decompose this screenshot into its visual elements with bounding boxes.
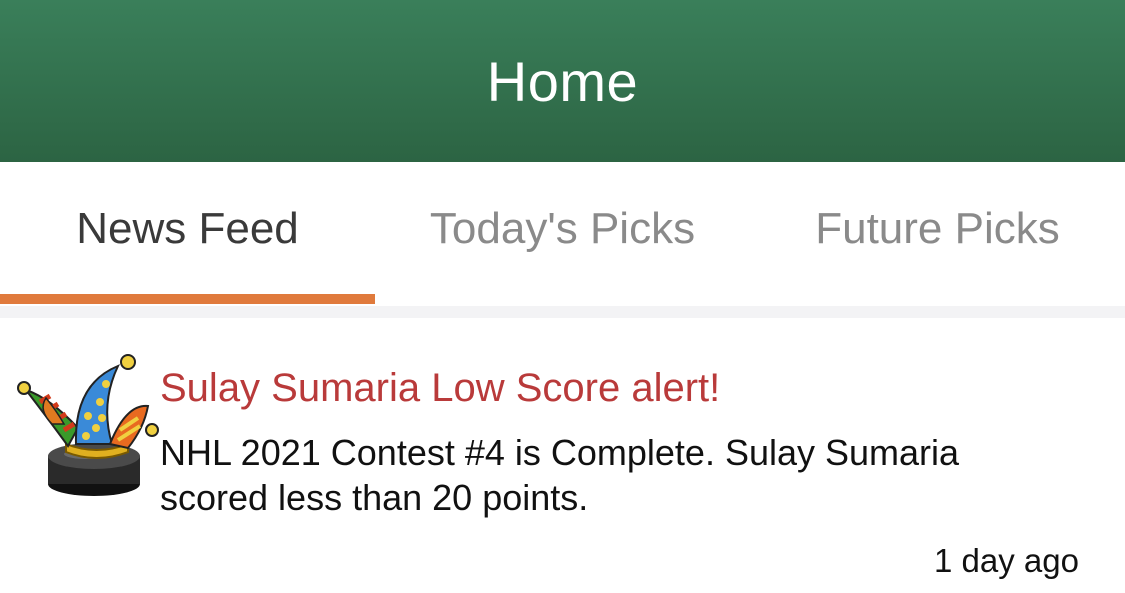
news-feed-item[interactable]: Sulay Sumaria Low Score alert! NHL 2021 …: [0, 318, 1125, 593]
alert-title: Sulay Sumaria Low Score alert!: [160, 366, 721, 410]
tab-future-picks[interactable]: Future Picks: [750, 162, 1125, 296]
tab-todays-picks[interactable]: Today's Picks: [375, 162, 750, 296]
tab-news-feed[interactable]: News Feed: [0, 162, 375, 296]
section-divider: [0, 306, 1125, 318]
page-title: Home: [486, 49, 639, 113]
app-header: Home: [0, 0, 1125, 162]
timestamp: 1 day ago: [934, 542, 1079, 579]
tab-bar: News Feed Today's Picks Future Picks: [0, 162, 1125, 307]
active-tab-indicator: [0, 294, 375, 304]
alert-message: NHL 2021 Contest #4 is Complete. Sulay S…: [160, 432, 960, 518]
jester-hat-hockey-puck-icon: [16, 344, 166, 496]
